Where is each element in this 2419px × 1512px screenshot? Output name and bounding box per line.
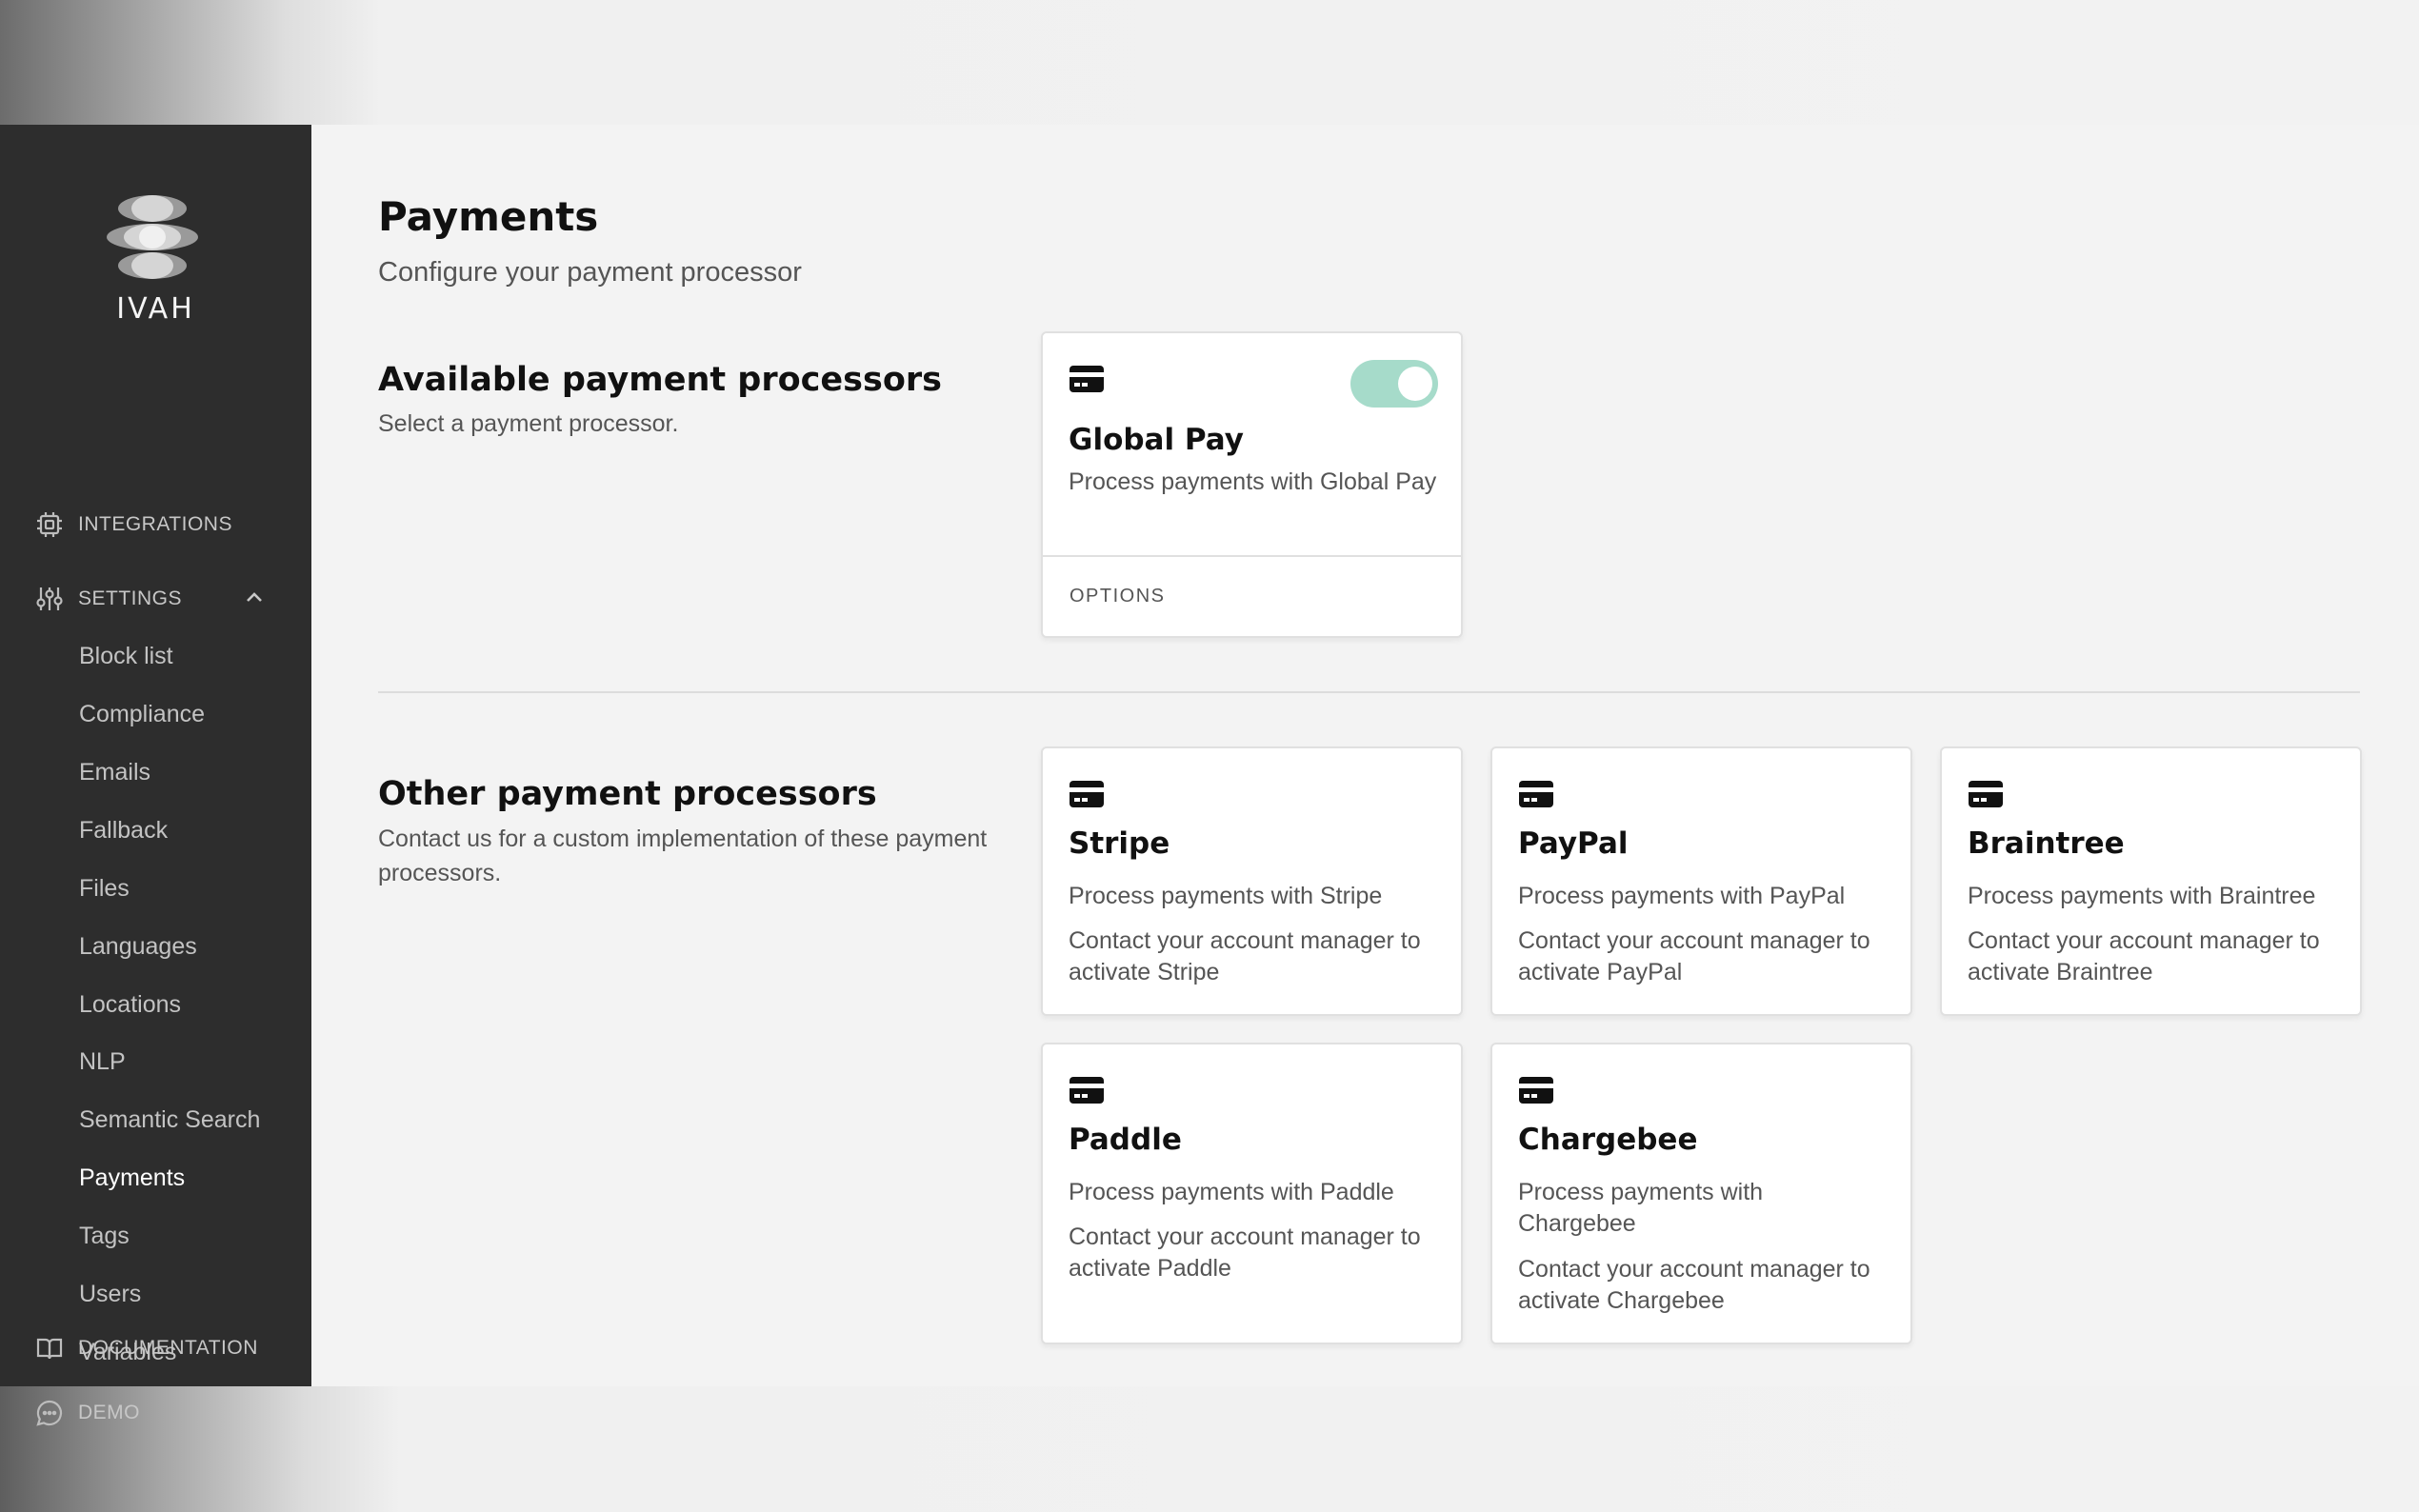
sliders-icon <box>34 584 65 614</box>
ivah-logo <box>107 195 198 279</box>
page-subtitle: Configure your payment processor <box>378 257 802 288</box>
sidebar-item-languages[interactable]: Languages <box>79 933 197 961</box>
chevron-up-icon[interactable] <box>243 586 266 608</box>
sidebar-item-block-list[interactable]: Block list <box>79 643 173 670</box>
processor-note: Contact your account manager to activate… <box>1518 1256 1870 1314</box>
processor-card-paypal[interactable]: PayPal Process payments with PayPal Cont… <box>1490 746 1912 1016</box>
section-divider <box>378 691 2360 693</box>
credit-card-icon <box>1519 781 1553 807</box>
processor-card-paddle[interactable]: Paddle Process payments with Paddle Cont… <box>1041 1043 1463 1344</box>
sidebar-item-documentation[interactable]: DOCUMENTATION <box>34 1333 258 1363</box>
chat-icon <box>34 1398 65 1428</box>
processor-description: Process payments with Chargebee <box>1518 1179 1764 1237</box>
processor-description: Process payments with Global Pay <box>1069 468 1437 495</box>
processor-description: Process payments with PayPal <box>1518 883 1846 909</box>
processor-card-global-pay[interactable]: Global Pay Process payments with Global … <box>1041 331 1463 638</box>
processor-name: Paddle <box>1069 1123 1182 1157</box>
processor-name: PayPal <box>1518 826 1629 861</box>
credit-card-icon <box>1070 366 1104 392</box>
sidebar-item-label: INTEGRATIONS <box>78 513 232 535</box>
processor-description: Process payments with Stripe <box>1069 883 1383 909</box>
sidebar: IVAH INTEGRATIONS SETTINGS Block list Co… <box>0 125 311 1426</box>
toggle-knob <box>1398 367 1432 401</box>
book-icon <box>34 1333 65 1363</box>
sidebar-item-compliance[interactable]: Compliance <box>79 701 205 728</box>
options-button[interactable]: OPTIONS <box>1043 555 1461 636</box>
sidebar-item-payments[interactable]: Payments <box>79 1164 185 1192</box>
sidebar-item-integrations[interactable]: INTEGRATIONS <box>34 509 232 540</box>
background-bottom <box>0 1386 2419 1512</box>
processor-description: Process payments with Braintree <box>1968 883 2316 909</box>
sidebar-item-semantic-search[interactable]: Semantic Search <box>79 1106 260 1134</box>
processor-name: Braintree <box>1968 826 2125 861</box>
processor-name: Stripe <box>1069 826 1170 861</box>
processor-name: Global Pay <box>1069 423 1244 457</box>
sidebar-item-tags[interactable]: Tags <box>79 1223 130 1250</box>
other-section-title: Other payment processors <box>378 775 877 813</box>
global-pay-toggle[interactable] <box>1350 360 1438 408</box>
sidebar-item-label: DOCUMENTATION <box>78 1337 258 1359</box>
page-title: Payments <box>378 193 599 240</box>
available-section-title: Available payment processors <box>378 361 942 399</box>
sidebar-item-locations[interactable]: Locations <box>79 991 181 1019</box>
credit-card-icon <box>1070 781 1104 807</box>
logo-text: IVAH <box>116 292 195 326</box>
sidebar-item-files[interactable]: Files <box>79 875 130 903</box>
credit-card-icon <box>1519 1077 1553 1104</box>
chip-icon <box>34 509 65 540</box>
sidebar-item-settings[interactable]: SETTINGS <box>34 584 182 614</box>
credit-card-icon <box>1969 781 2003 807</box>
processor-name: Chargebee <box>1518 1123 1698 1157</box>
other-section-desc: Contact us for a custom implementation o… <box>378 826 988 886</box>
processor-card-chargebee[interactable]: Chargebee Process payments with Chargebe… <box>1490 1043 1912 1344</box>
sidebar-item-label: SETTINGS <box>78 587 183 609</box>
sidebar-item-label: DEMO <box>78 1402 140 1423</box>
app-window: IVAH INTEGRATIONS SETTINGS Block list Co… <box>0 125 2419 1426</box>
processor-note: Contact your account manager to activate… <box>1518 927 1870 985</box>
processor-description: Process payments with Paddle <box>1069 1179 1394 1205</box>
available-section-desc: Select a payment processor. <box>378 410 679 437</box>
sidebar-item-nlp[interactable]: NLP <box>79 1048 126 1076</box>
credit-card-icon <box>1070 1077 1104 1104</box>
processor-note: Contact your account manager to activate… <box>1069 1224 1421 1282</box>
processor-note: Contact your account manager to activate… <box>1968 927 2320 985</box>
sidebar-item-users[interactable]: Users <box>79 1281 141 1308</box>
sidebar-item-demo[interactable]: DEMO <box>34 1398 140 1428</box>
processor-note: Contact your account manager to activate… <box>1069 927 1421 985</box>
sidebar-item-emails[interactable]: Emails <box>79 759 150 786</box>
sidebar-item-fallback[interactable]: Fallback <box>79 817 168 845</box>
main-content: Payments Configure your payment processo… <box>311 125 2419 1386</box>
processor-card-stripe[interactable]: Stripe Process payments with Stripe Cont… <box>1041 746 1463 1016</box>
processor-card-braintree[interactable]: Braintree Process payments with Braintre… <box>1940 746 2362 1016</box>
background-top <box>0 0 2419 125</box>
